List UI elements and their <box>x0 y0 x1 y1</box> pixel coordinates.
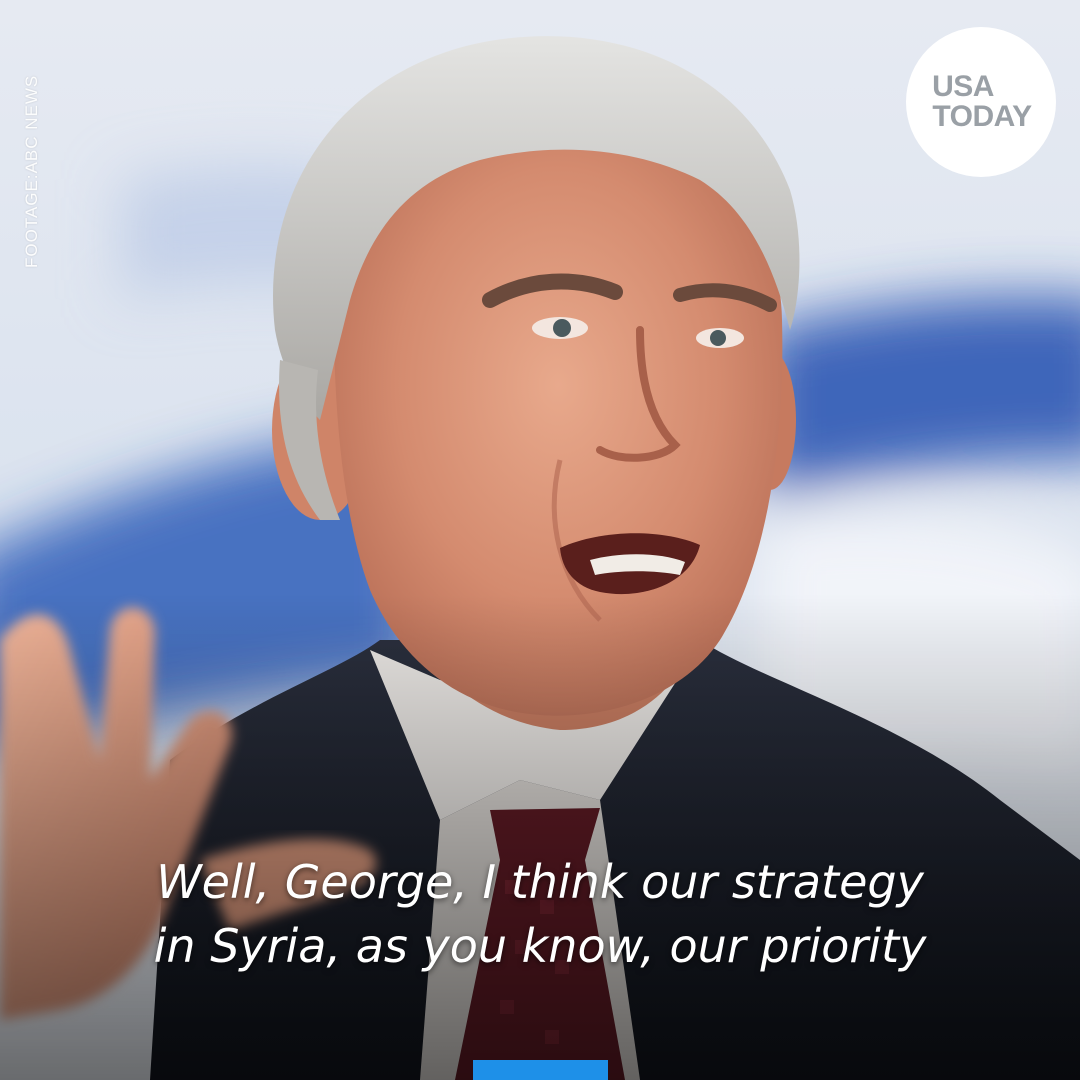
caption-line-2: in Syria, as you know, our priority <box>153 919 927 973</box>
video-frame: FOOTAGE:ABC NEWS USA TODAY Well, George,… <box>0 0 1080 1080</box>
quote-caption: Well, George, I think our strategy in Sy… <box>0 850 1080 978</box>
logo-text-usa: USA <box>932 70 994 103</box>
caption-line-1: Well, George, I think our strategy <box>156 855 924 909</box>
usa-today-logo: USA TODAY <box>906 27 1056 177</box>
accent-bar <box>473 1060 608 1080</box>
logo-text-today: TODAY <box>932 100 1032 133</box>
footage-credit: FOOTAGE:ABC NEWS <box>22 74 41 268</box>
